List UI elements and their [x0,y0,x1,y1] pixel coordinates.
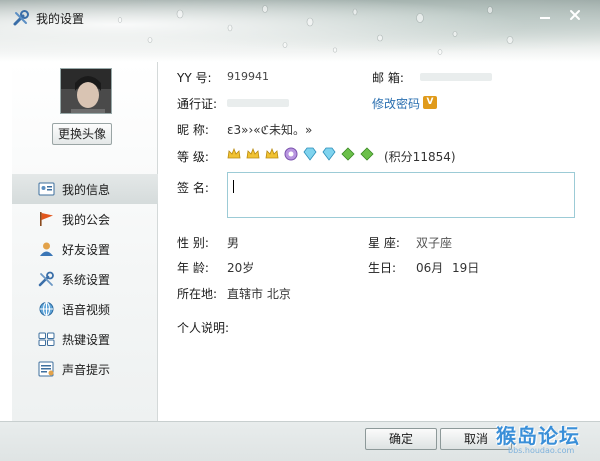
moon-level-icon [284,147,298,161]
birthday-label: 生日: [368,261,397,275]
profile-panel: YY 号: 919941 邮 箱: 通行证: 修改密码 V 昵 称: ε3»›«… [158,62,590,421]
sidebar-item-my-info[interactable]: 我的信息 [12,174,158,204]
crown-icon [265,147,279,159]
diamond-icon [303,147,317,161]
sidebar-item-hotkey-settings[interactable]: 热键设置 [12,324,158,354]
birthday-month: 06月 [416,261,444,275]
watermark-url: bbs.houdao.com [508,446,575,455]
passport-value-masked [227,99,289,107]
change-avatar-button[interactable]: 更换头像 [52,123,112,145]
signature-input[interactable] [227,172,575,218]
settings-window: 我的设置 更换头像 我的信息 我的公会 好友设置 系统设置 语音视频 热键设置 … [0,0,600,461]
diamond-icon [322,147,336,161]
sidebar-item-label: 我的信息 [62,183,111,197]
description-label: 个人说明: [177,321,230,335]
age-value: 20岁 [227,261,255,275]
sidebar-item-voice-video[interactable]: 语音视频 [12,294,158,324]
keyboard-icon [38,332,55,346]
title-bar[interactable]: 我的设置 [0,0,600,62]
location-label: 所在地: [177,287,218,301]
sidebar-item-label: 好友设置 [62,243,111,257]
sidebar-item-label: 语音视频 [62,303,111,317]
tools-icon [38,271,54,287]
email-label: 邮 箱: [372,71,404,85]
sidebar-item-sound-alerts[interactable]: 声音提示 [12,354,158,384]
minimize-icon[interactable] [534,6,556,24]
watermark-logo: 猴岛论坛 [496,424,580,448]
avatar [60,68,112,114]
level-label: 等 级: [177,150,209,164]
text-caret [233,180,234,193]
crown-icon [246,147,260,159]
signature-label: 签 名: [177,181,209,195]
sidebar: 更换头像 我的信息 我的公会 好友设置 系统设置 语音视频 热键设置 声音提示 [12,62,158,421]
sidebar-item-label: 热键设置 [62,333,111,347]
close-icon[interactable] [562,6,588,24]
sidebar-item-my-guild[interactable]: 我的公会 [12,204,158,234]
user-icon [40,242,53,256]
nickname-label: 昵 称: [177,123,209,137]
passport-label: 通行证: [177,97,218,111]
zodiac-value: 双子座 [416,236,453,250]
sidebar-item-label: 系统设置 [62,273,111,287]
settings-nav: 我的信息 我的公会 好友设置 系统设置 语音视频 热键设置 声音提示 [12,174,158,384]
crown-icon [227,147,241,159]
zodiac-label: 星 座: [368,236,400,250]
sidebar-item-friend-settings[interactable]: 好友设置 [12,234,158,264]
sidebar-item-label: 我的公会 [62,213,111,227]
email-value-masked [420,73,492,81]
gender-value: 男 [227,236,240,250]
verified-badge-icon: V [423,96,437,109]
ok-button[interactable]: 确定 [365,428,437,450]
settings-tools-icon [13,10,29,26]
gender-label: 性 别: [177,236,209,250]
id-card-icon [38,182,55,196]
yy-number-label: YY 号: [177,71,212,85]
flag-icon [40,212,53,226]
sidebar-item-label: 声音提示 [62,363,111,377]
age-label: 年 龄: [177,261,209,275]
birthday-day: 19日 [452,261,480,275]
green-gem-icon [360,147,374,161]
nickname-value: ε3»›«ℭ未知。» [227,123,313,137]
yy-number-value: 919941 [227,70,269,83]
change-password-link[interactable]: 修改密码 [372,95,420,112]
location-value: 直辖市 北京 [227,287,291,301]
sidebar-item-system-settings[interactable]: 系统设置 [12,264,158,294]
points-text: (积分11854) [384,150,456,164]
sound-note-icon [38,361,54,377]
window-title: 我的设置 [36,12,85,26]
rain-glass-decoration [117,5,514,55]
globe-icon [39,302,54,316]
green-gem-icon [341,147,355,161]
